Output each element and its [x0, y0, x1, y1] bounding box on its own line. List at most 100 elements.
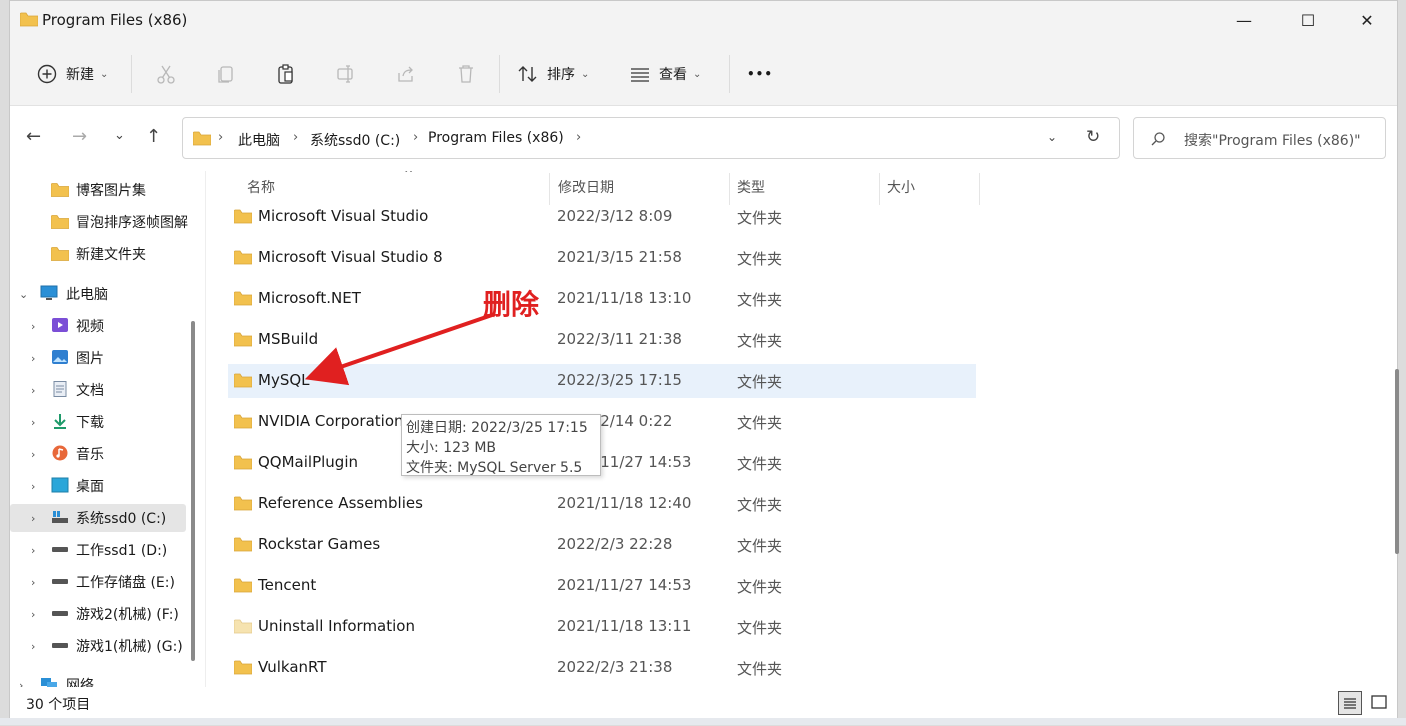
file-date: 2022/3/12 8:09 [557, 207, 673, 225]
chevron-down-icon: ⌄ [693, 68, 702, 80]
view-button[interactable]: 查看 ⌄ [629, 59, 701, 89]
new-button[interactable]: 新建 ⌄ [36, 59, 108, 89]
address-bar[interactable]: › 此电脑 › 系统ssd0 (C:) › Program Files (x86… [182, 117, 1120, 159]
recent-chevron-icon[interactable]: ⌄ [114, 128, 125, 143]
delete-icon[interactable] [455, 63, 477, 85]
folder-icon [51, 247, 69, 261]
file-date: 2022/2/3 21:38 [557, 658, 673, 676]
file-type: 文件夹 [737, 373, 783, 391]
sidebar-item-bubble-sort[interactable]: 冒泡排序逐帧图解 [10, 208, 188, 236]
column-divider[interactable] [979, 173, 980, 205]
sidebar-item-pictures[interactable]: › 图片 [10, 344, 186, 372]
chevron-right-icon[interactable]: › [31, 416, 35, 429]
folder-icon [20, 12, 38, 27]
item-count: 30 个项目 [26, 697, 91, 713]
back-arrow-icon[interactable]: ← [26, 126, 41, 147]
chevron-right-icon[interactable]: › [31, 384, 35, 397]
sidebar-item-label: 图片 [76, 351, 104, 367]
sidebar-item-this-pc[interactable]: ⌄ 此电脑 [10, 280, 186, 308]
sidebar-item-drive-f[interactable]: › 游戏2(机械) (F:) [10, 600, 186, 628]
sidebar-item-new-folder[interactable]: 新建文件夹 [10, 240, 186, 268]
view-list-icon [631, 68, 649, 82]
folder-icon [234, 209, 252, 224]
file-type: 文件夹 [737, 250, 783, 268]
table-row[interactable]: QQMailPlugin 2021/11/27 14:53 文件夹 [228, 446, 976, 480]
chevron-right-icon[interactable]: › [19, 679, 23, 688]
up-arrow-icon[interactable]: ↑ [146, 126, 161, 147]
drive-icon [52, 579, 68, 584]
sidebar-item-drive-c[interactable]: › 系统ssd0 (C:) [10, 504, 186, 532]
sidebar-scrollbar[interactable] [191, 321, 195, 661]
file-name: Tencent [258, 576, 317, 594]
table-row-mysql[interactable]: MySQL 2022/3/25 17:15 文件夹 [228, 364, 976, 398]
chevron-right-icon: › [413, 130, 419, 145]
table-row[interactable]: Uninstall Information 2021/11/18 13:11 文… [228, 610, 976, 644]
search-box[interactable]: 搜索"Program Files (x86)" [1133, 117, 1386, 159]
forward-arrow-icon[interactable]: → [72, 126, 87, 147]
paste-icon[interactable] [275, 63, 297, 85]
chevron-right-icon[interactable]: › [31, 608, 35, 621]
folder-icon [234, 660, 252, 675]
computer-icon [40, 285, 58, 300]
chevron-right-icon[interactable]: › [31, 480, 35, 493]
table-row[interactable]: MSBuild 2022/3/11 21:38 文件夹 [228, 323, 976, 357]
file-date: 2022/2/3 22:28 [557, 535, 673, 553]
chevron-down-icon[interactable]: ⌄ [19, 288, 28, 301]
sidebar-item-blog-images[interactable]: 博客图片集 [10, 176, 186, 204]
address-history-chevron-icon[interactable]: ⌄ [1047, 130, 1057, 144]
sidebar-item-label: 新建文件夹 [76, 247, 146, 263]
sidebar-item-videos[interactable]: › 视频 [10, 312, 186, 340]
table-row[interactable]: Rockstar Games 2022/2/3 22:28 文件夹 [228, 528, 976, 562]
tooltip-folder: 文件夹: MySQL Server 5.5 [406, 460, 583, 476]
file-name: VulkanRT [258, 658, 327, 676]
breadcrumb-this-pc[interactable]: 此电脑 [238, 130, 280, 150]
sidebar-item-desktop[interactable]: › 桌面 [10, 472, 186, 500]
chevron-right-icon[interactable]: › [31, 640, 35, 653]
chevron-right-icon[interactable]: › [31, 320, 35, 333]
file-list-scrollbar[interactable] [1395, 369, 1399, 554]
chevron-right-icon[interactable]: › [31, 512, 35, 525]
table-row[interactable]: Tencent 2021/11/27 14:53 文件夹 [228, 569, 976, 603]
cut-icon[interactable] [155, 63, 177, 85]
breadcrumb-drive-c[interactable]: 系统ssd0 (C:) [310, 130, 400, 150]
file-name: MySQL [258, 371, 310, 389]
chevron-right-icon[interactable]: › [31, 576, 35, 589]
sidebar-item-drive-e[interactable]: › 工作存储盘 (E:) [10, 568, 186, 596]
sidebar-item-label: 此电脑 [66, 287, 108, 303]
sidebar-item-documents[interactable]: › 文档 [10, 376, 186, 404]
chevron-right-icon[interactable]: › [31, 448, 35, 461]
sidebar-item-drive-g[interactable]: › 游戏1(机械) (G:) [10, 632, 186, 660]
minimize-button[interactable]: — [1221, 7, 1267, 35]
sidebar-item-drive-d[interactable]: › 工作ssd1 (D:) [10, 536, 186, 564]
refresh-icon[interactable]: ↻ [1086, 127, 1100, 147]
chevron-right-icon[interactable]: › [31, 544, 35, 557]
tiles-view-button[interactable] [1368, 691, 1392, 715]
explorer-window: Program Files (x86) — ☐ ✕ 新建 ⌄ 排序 ⌄ 查看 ⌄… [9, 0, 1399, 719]
sort-button[interactable]: 排序 ⌄ [517, 59, 589, 89]
delete-annotation-label: 删除 [483, 288, 540, 321]
more-options-button[interactable]: ••• [747, 59, 773, 89]
file-name: Microsoft.NET [258, 289, 361, 307]
chevron-right-icon[interactable]: › [31, 352, 35, 365]
table-row[interactable]: NVIDIA Corporation 2022/2/14 0:22 文件夹 [228, 405, 976, 439]
sidebar-item-label: 音乐 [76, 447, 104, 463]
desktop-icon [51, 477, 69, 493]
share-icon[interactable] [395, 63, 417, 85]
close-button[interactable]: ✕ [1344, 7, 1390, 35]
table-row[interactable]: Microsoft Visual Studio 2022/3/12 8:09 文… [228, 200, 976, 234]
copy-icon[interactable] [215, 63, 237, 85]
maximize-button[interactable]: ☐ [1285, 7, 1331, 35]
rename-icon[interactable] [335, 63, 357, 85]
sidebar-item-network[interactable]: › 网络 [10, 671, 186, 687]
details-view-button[interactable] [1338, 691, 1362, 715]
sidebar-item-music[interactable]: › 音乐 [10, 440, 186, 468]
table-row[interactable]: VulkanRT 2022/2/3 21:38 文件夹 [228, 651, 976, 685]
folder-icon [234, 496, 252, 511]
table-row[interactable]: Reference Assemblies 2021/11/18 12:40 文件… [228, 487, 976, 521]
sidebar-item-downloads[interactable]: › 下载 [10, 408, 186, 436]
folder-icon [234, 414, 252, 429]
table-row[interactable]: Microsoft Visual Studio 8 2021/3/15 21:5… [228, 241, 976, 275]
table-row[interactable]: Microsoft.NET 2021/11/18 13:10 文件夹 [228, 282, 976, 316]
sort-ascending-icon: ^ [404, 171, 414, 180]
breadcrumb-program-files-x86[interactable]: Program Files (x86) [428, 130, 564, 146]
